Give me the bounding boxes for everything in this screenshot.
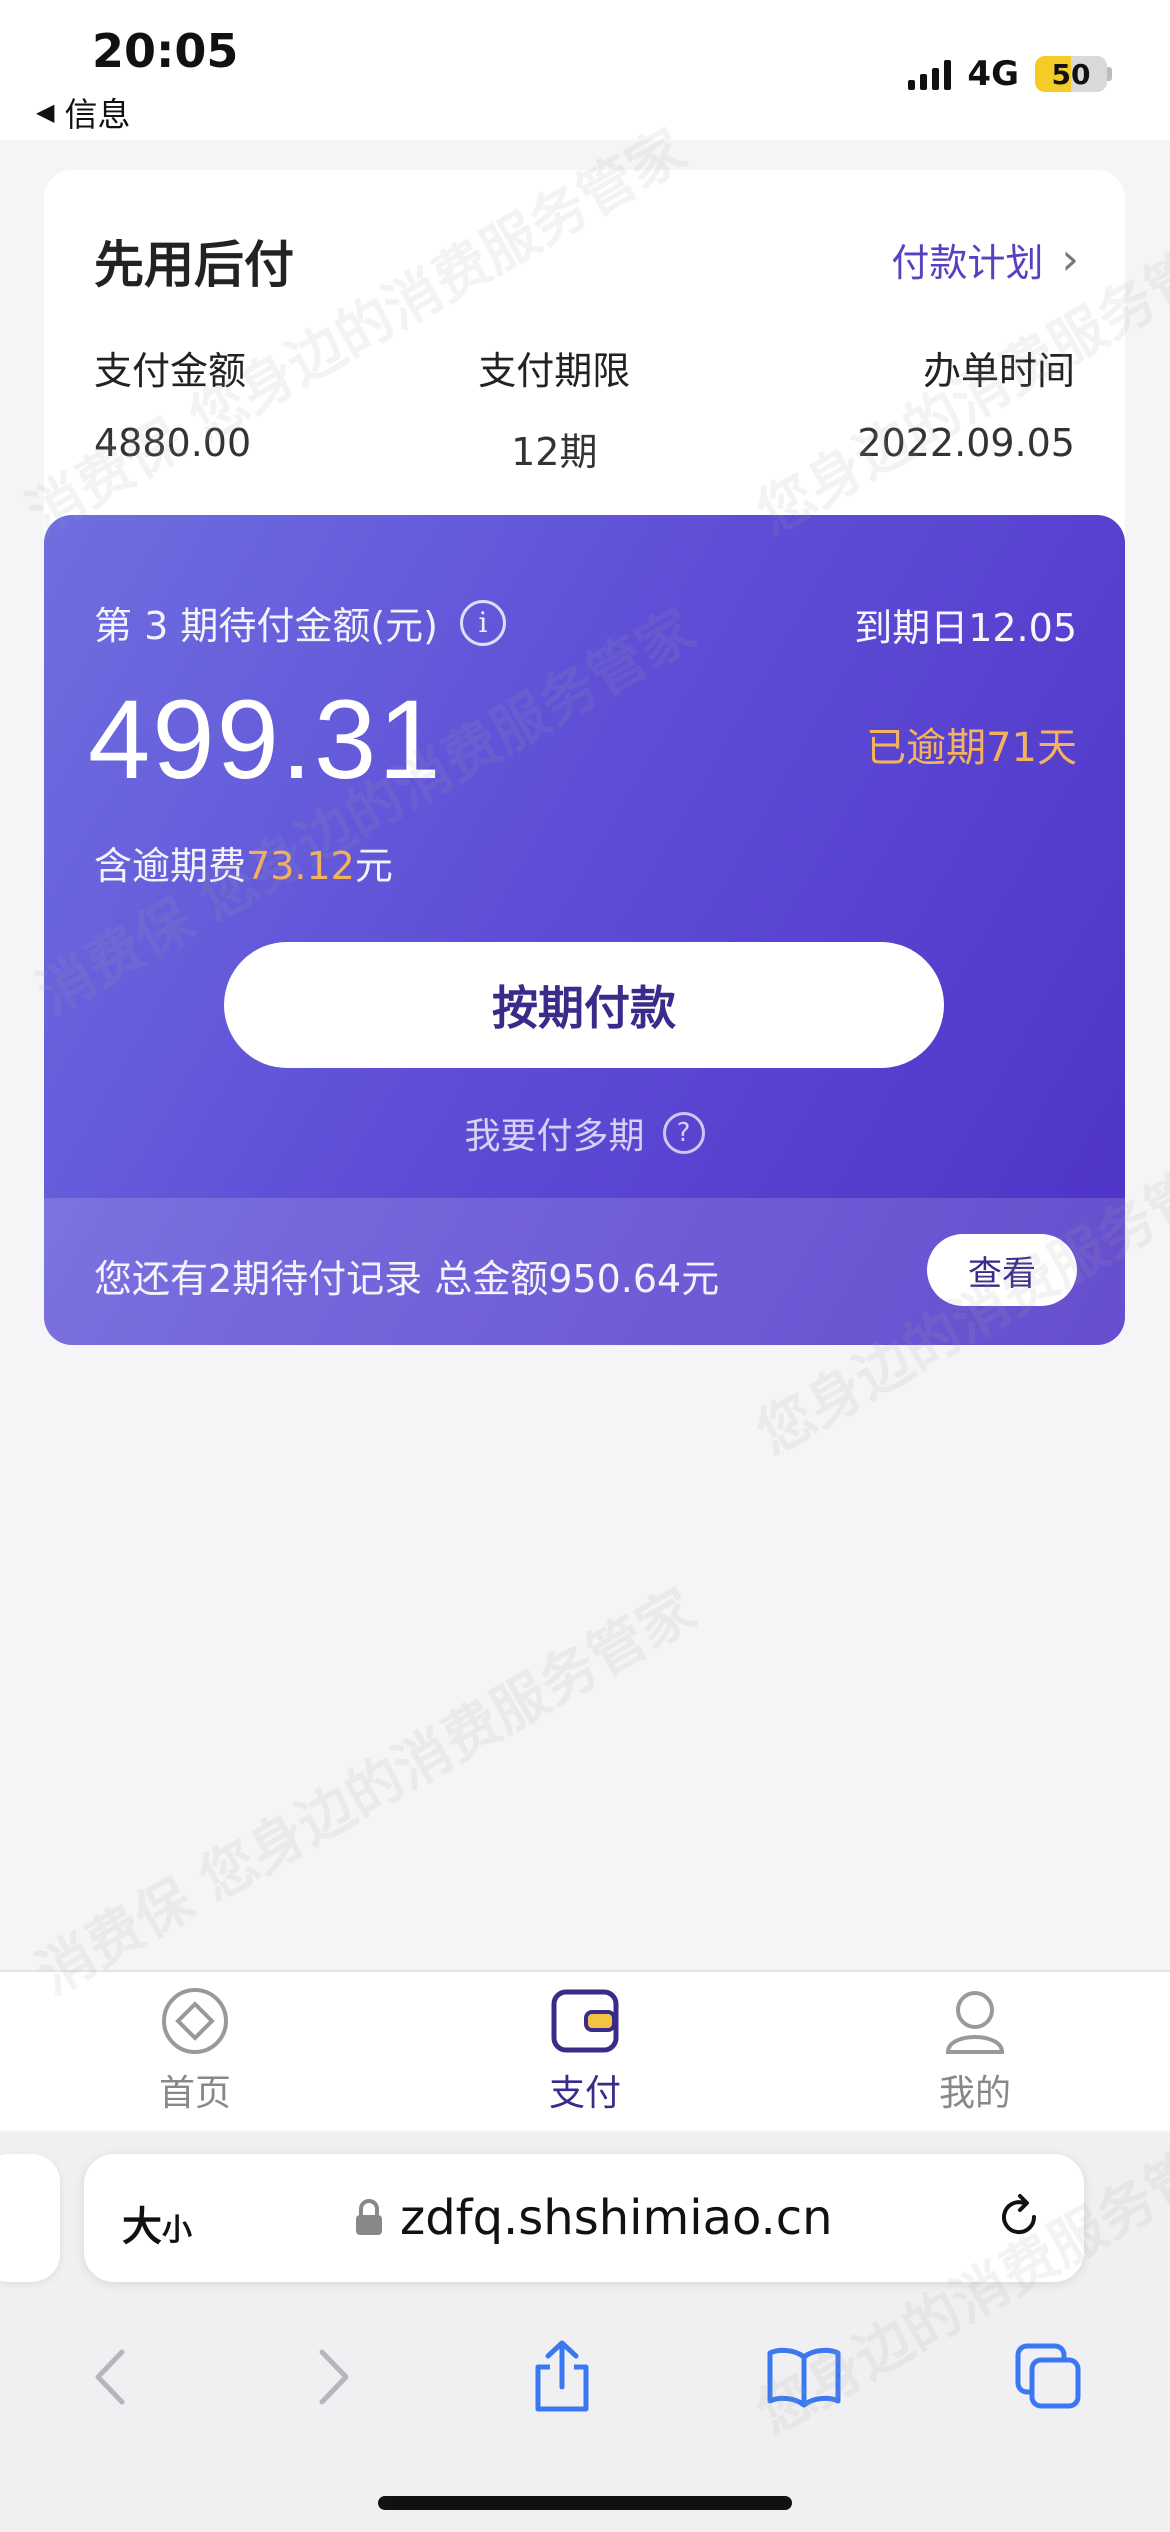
installment-card: 第 3 期待付金额(元) i 到期日12.05 499.31 已逾期71天 含逾… xyxy=(44,515,1125,1345)
address-bar[interactable]: 大小 zdfq.shshimiao.cn xyxy=(84,2154,1084,2282)
help-icon[interactable]: ? xyxy=(662,1112,705,1154)
signal-icon xyxy=(908,58,952,90)
col-value: 4880.00 xyxy=(94,421,252,465)
watermark-text: 消费保 您身边的消费服务管家 xyxy=(26,1577,707,2008)
late-fee-amount: 73.12 xyxy=(246,844,355,888)
pay-multiple-link[interactable]: 我要付多期 ? xyxy=(44,1107,1125,1159)
status-indicators: 4G 50 xyxy=(908,54,1112,94)
profile-icon xyxy=(945,1991,1005,2054)
status-bar: 20:05 ◀ 信息 4G 50 xyxy=(0,0,1170,140)
battery-icon: 50 xyxy=(1035,56,1112,92)
browser-toolbar xyxy=(0,2322,1170,2432)
due-amount-label-row: 第 3 期待付金额(元) i xyxy=(94,595,506,650)
status-time: 20:05 xyxy=(92,24,239,78)
col-label: 支付金额 xyxy=(94,349,247,393)
reload-icon[interactable] xyxy=(994,2192,1044,2242)
home-indicator xyxy=(378,2496,792,2510)
lock-icon xyxy=(356,2199,382,2235)
late-fee-prefix: 含逾期费 xyxy=(94,844,247,888)
pay-on-schedule-button[interactable]: 按期付款 xyxy=(224,942,944,1068)
network-type: 4G xyxy=(967,54,1019,94)
home-icon xyxy=(162,1988,228,2054)
summary-columns: 支付金额 4880.00 支付期限 12期 办单时间 2022.09.05 xyxy=(94,340,1075,476)
pay-multiple-label: 我要付多期 xyxy=(464,1116,645,1157)
summary-col-term: 支付期限 12期 xyxy=(478,340,630,476)
col-label: 办单时间 xyxy=(922,349,1075,393)
tabs-icon[interactable] xyxy=(1014,2342,1084,2412)
back-label: 信息 xyxy=(64,95,131,134)
url-display[interactable]: zdfq.shshimiao.cn xyxy=(354,2190,833,2246)
text-size-big: 大 xyxy=(122,2204,162,2250)
card-title: 先用后付 xyxy=(94,236,294,294)
pending-records-text: 您还有2期待付记录 总金额950.64元 xyxy=(94,1257,720,1301)
text-size-button[interactable]: 大小 xyxy=(122,2194,192,2252)
tab-label: 我的 xyxy=(938,2073,1011,2114)
late-fee-suffix: 元 xyxy=(354,844,393,888)
tab-home[interactable]: 首页 xyxy=(95,1986,295,2116)
col-value: 2022.09.05 xyxy=(857,421,1075,465)
late-fee-text: 含逾期费73.12元 xyxy=(94,835,393,890)
info-icon[interactable]: i xyxy=(460,599,506,646)
bookmarks-icon[interactable] xyxy=(766,2345,842,2409)
browser-chrome: 大小 zdfq.shshimiao.cn xyxy=(0,2132,1170,2532)
summary-card: 先用后付 付款计划 › 支付金额 4880.00 支付期限 12期 办单时间 2… xyxy=(44,170,1125,540)
payment-plan-label: 付款计划 xyxy=(891,241,1044,285)
share-icon[interactable] xyxy=(530,2339,594,2415)
forward-icon[interactable] xyxy=(308,2342,358,2412)
summary-col-date: 办单时间 2022.09.05 xyxy=(857,340,1075,476)
overdue-badge: 已逾期71天 xyxy=(866,725,1077,771)
tab-mine[interactable]: 我的 xyxy=(875,1986,1075,2116)
tab-label: 支付 xyxy=(548,2073,621,2114)
summary-col-amount: 支付金额 4880.00 xyxy=(94,340,251,476)
pending-records-bar: 您还有2期待付记录 总金额950.64元 查看 xyxy=(44,1198,1125,1345)
tab-bar: 首页 支付 我的 xyxy=(0,1970,1170,2130)
text-size-small: 小 xyxy=(162,2213,192,2248)
tab-label: 首页 xyxy=(158,2073,231,2114)
chevron-right-icon: › xyxy=(1061,234,1079,285)
url-text: zdfq.shshimiao.cn xyxy=(400,2190,833,2246)
due-date: 到期日12.05 xyxy=(854,606,1077,650)
battery-level: 50 xyxy=(1051,57,1091,91)
previous-tab-preview[interactable] xyxy=(0,2154,60,2282)
back-to-messages-link[interactable]: ◀ 信息 xyxy=(36,88,130,136)
due-amount: 499.31 xyxy=(88,677,443,802)
tab-pay[interactable]: 支付 xyxy=(485,1986,685,2116)
payment-plan-link[interactable]: 付款计划 › xyxy=(891,232,1079,287)
back-icon[interactable] xyxy=(86,2342,136,2412)
col-value: 12期 xyxy=(511,430,598,474)
wallet-icon xyxy=(551,1989,619,2053)
due-amount-label: 第 3 期待付金额(元) xyxy=(94,604,438,648)
back-triangle-icon: ◀ xyxy=(36,98,55,126)
view-button[interactable]: 查看 xyxy=(927,1234,1077,1306)
col-label: 支付期限 xyxy=(478,349,631,393)
